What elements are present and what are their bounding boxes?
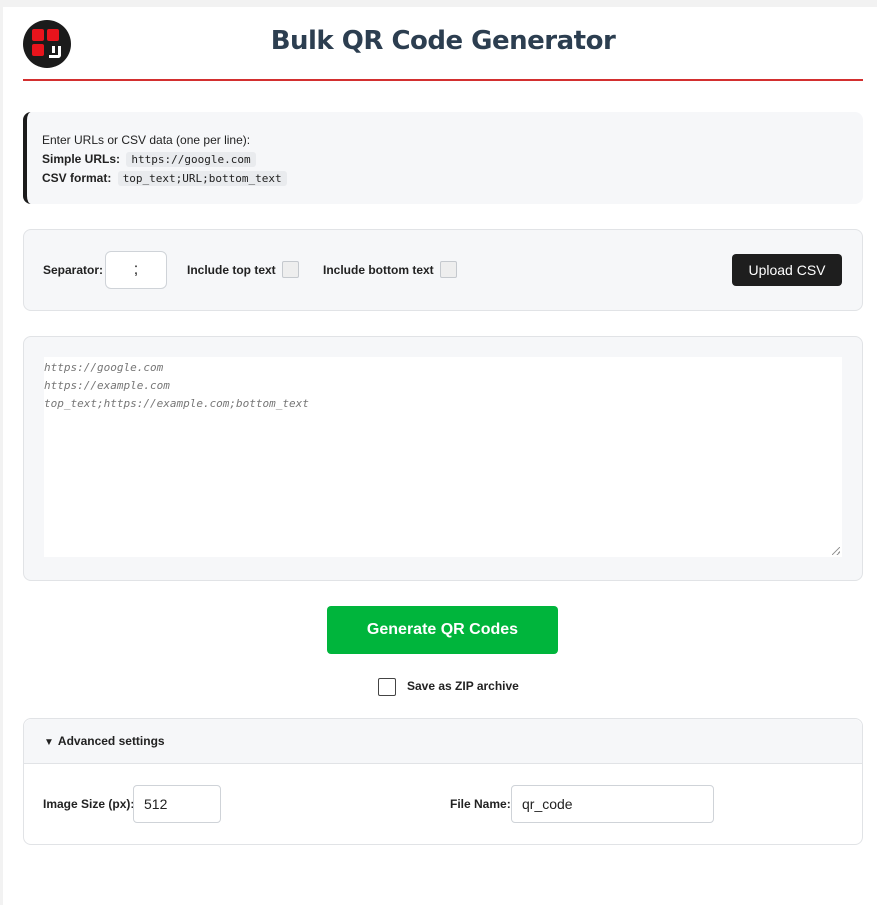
include-bottom-text-checkbox[interactable]	[440, 261, 457, 278]
advanced-settings: ▼ Advanced settings Image Size (px): 512 …	[23, 718, 863, 845]
options-panel: Separator: ; Include top text Include bo…	[23, 229, 863, 311]
instructions-intro: Enter URLs or CSV data (one per line):	[42, 133, 251, 147]
file-name-label: File Name:	[450, 797, 511, 811]
placeholder-line: https://example.com	[44, 379, 170, 392]
include-top-text-checkbox[interactable]	[282, 261, 299, 278]
instructions-csv: CSV format: top_text;URL;bottom_text	[42, 169, 848, 188]
image-size-label: Image Size (px):	[43, 797, 135, 811]
advanced-settings-label: Advanced settings	[57, 734, 165, 748]
advanced-settings-toggle[interactable]: ▼ Advanced settings	[24, 719, 862, 764]
header: Bulk QR Code Generator	[23, 7, 863, 81]
upload-csv-button[interactable]: Upload CSV	[732, 254, 842, 286]
save-as-zip-checkbox[interactable]	[378, 678, 396, 696]
include-top-text-label: Include top text	[187, 263, 276, 277]
separator-input[interactable]: ;	[105, 251, 167, 289]
separator-label: Separator:	[43, 263, 104, 277]
page-title: Bulk QR Code Generator	[270, 26, 616, 56]
generate-qr-codes-button[interactable]: Generate QR Codes	[327, 606, 558, 654]
caret-down-icon: ▼	[44, 737, 54, 748]
simple-urls-label: Simple URLs:	[42, 152, 121, 166]
resize-handle-icon[interactable]	[832, 547, 840, 555]
simple-urls-example: https://google.com	[126, 152, 256, 167]
placeholder-line: https://google.com	[44, 361, 164, 374]
instructions-simple: Simple URLs: https://google.com	[42, 150, 848, 169]
file-name-input[interactable]: qr_code	[511, 785, 714, 823]
csv-format-example: top_text;URL;bottom_text	[117, 171, 287, 186]
instructions-box: Enter URLs or CSV data (one per line): S…	[23, 112, 863, 204]
input-panel: https://google.com https://example.com t…	[23, 336, 863, 581]
advanced-settings-title: ▼ Advanced settings	[44, 734, 165, 748]
save-as-zip-label: Save as ZIP archive	[407, 679, 519, 693]
urls-textarea[interactable]: https://google.com https://example.com t…	[44, 357, 842, 557]
image-size-input[interactable]: 512	[133, 785, 221, 823]
placeholder-line: top_text;https://example.com;bottom_text	[44, 397, 309, 410]
include-bottom-text-label: Include bottom text	[323, 263, 434, 277]
page: Bulk QR Code Generator Enter URLs or CSV…	[3, 7, 877, 905]
csv-format-label: CSV format:	[42, 171, 112, 185]
